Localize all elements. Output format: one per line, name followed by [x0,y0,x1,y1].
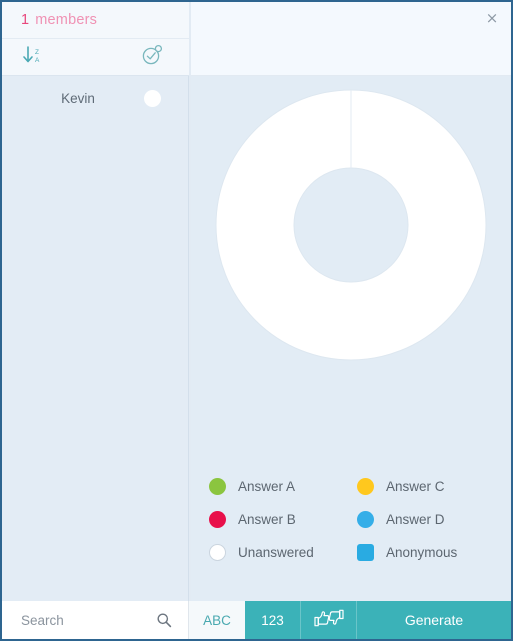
svg-text:A: A [35,57,40,64]
legend-label-answer-b: Answer B [238,512,296,527]
legend-swatch-answer-b [209,511,226,528]
select-all-button[interactable] [132,39,172,76]
donut-chart [191,80,511,370]
search-input[interactable] [19,611,153,629]
generate-button[interactable]: Generate [357,601,511,639]
search-container [2,601,189,639]
members-sidebar: Kevin [2,76,189,601]
svg-text:Z: Z [35,49,39,56]
donut-hole [293,167,409,283]
bottom-toolbar: ABC 123 Generate [2,601,511,639]
members-count: 1 [21,12,30,28]
legend-swatch-answer-a [209,478,226,495]
chart-panel: Answer A Answer C Answer B Answer D Unan… [191,76,511,601]
members-count-line: 1 members [21,12,97,28]
legend-label-unanswered: Unanswered [238,545,314,560]
legend-answer-c: Answer C [357,478,495,495]
legend-label-answer-a: Answer A [238,479,296,494]
check-circle-badge-icon [140,43,164,72]
poll-results-window: 1 members Z A × Kevin Answer A Answer C … [0,0,513,641]
search-icon[interactable] [156,612,172,628]
legend-answer-d: Answer D [357,511,495,528]
sort-button[interactable]: Z A [14,39,54,76]
status-dot-unanswered [144,90,161,107]
donut-chart-svg [215,89,487,361]
sort-descending-za-icon: Z A [21,44,47,71]
tab-vote[interactable] [301,601,357,639]
close-icon[interactable]: × [479,5,505,31]
legend-anonymous: Anonymous [357,544,495,561]
thumbs-up-down-icon [312,608,346,633]
legend-swatch-answer-c [357,478,374,495]
legend-answer-a: Answer A [209,478,357,495]
legend-swatch-answer-d [357,511,374,528]
tab-numeric[interactable]: 123 [245,601,301,639]
chart-header-bar: × [191,2,511,76]
legend-label-anonymous: Anonymous [386,545,458,560]
legend-label-answer-c: Answer C [386,479,445,494]
members-toolbar: Z A [2,39,189,76]
legend-unanswered: Unanswered [209,544,357,561]
top-region: 1 members Z A × [2,2,511,76]
member-name: Kevin [61,91,95,106]
members-label: members [35,12,98,28]
list-item[interactable]: Kevin [2,76,188,121]
legend-answer-b: Answer B [209,511,357,528]
members-header: 1 members [2,2,189,39]
legend-swatch-anonymous [357,544,374,561]
legend-swatch-unanswered [209,544,226,561]
legend-label-answer-d: Answer D [386,512,445,527]
tab-abc[interactable]: ABC [189,601,245,639]
chart-legend: Answer A Answer C Answer B Answer D Unan… [209,470,495,569]
